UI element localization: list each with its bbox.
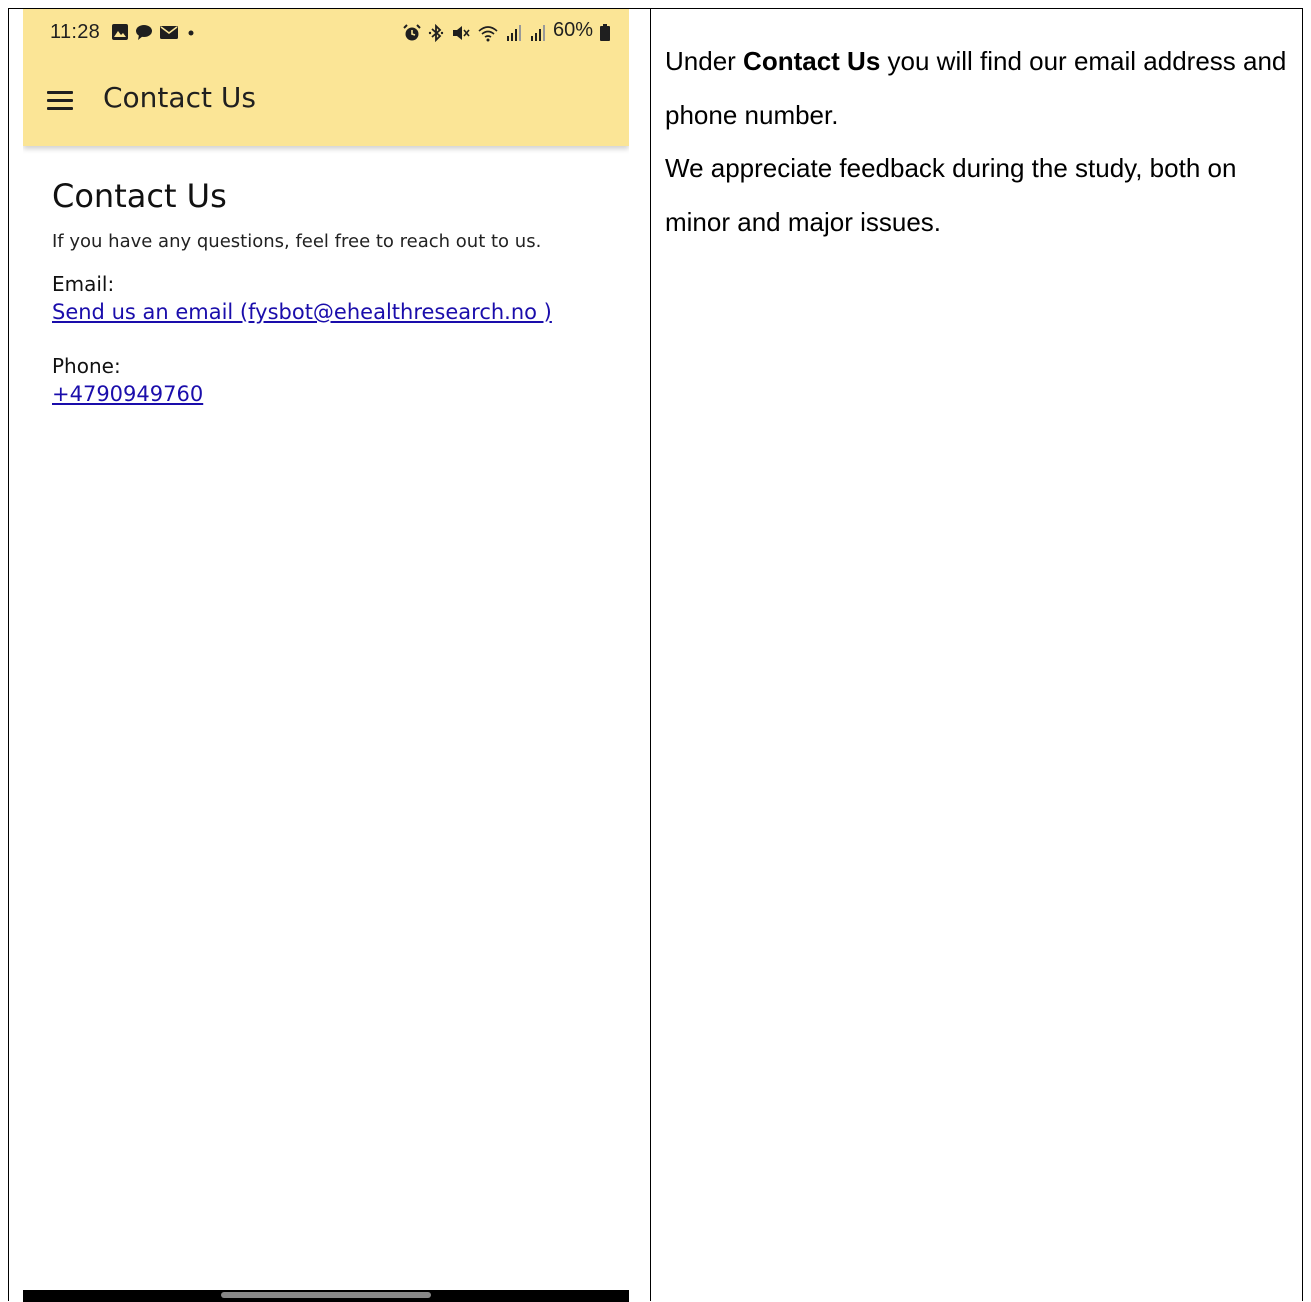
intro-text: If you have any questions, feel free to … bbox=[52, 231, 542, 252]
status-icons-left bbox=[111, 23, 197, 41]
status-time: 11:28 bbox=[50, 21, 101, 43]
mute-icon bbox=[452, 25, 470, 40]
hamburger-menu-icon[interactable] bbox=[45, 89, 75, 111]
column-divider bbox=[650, 9, 651, 1301]
app-bar: 11:28 60% Contact Us bbox=[23, 9, 629, 146]
description-paragraph-1: Under Contact Us you will find our email… bbox=[665, 46, 1287, 130]
appbar-title: Contact Us bbox=[103, 81, 256, 114]
status-icons-right: 60% bbox=[403, 19, 611, 42]
bold-contact-us: Contact Us bbox=[743, 46, 881, 76]
phone-label: Phone: bbox=[52, 354, 121, 378]
alarm-icon bbox=[403, 23, 421, 40]
battery-icon bbox=[600, 23, 610, 41]
phone-screenshot: 11:28 60% Contact Us Contact Us If you h… bbox=[23, 9, 629, 1302]
description-paragraph-2: We appreciate feedback during the study,… bbox=[665, 153, 1237, 237]
mail-icon bbox=[160, 26, 178, 39]
signal-icon bbox=[506, 24, 521, 41]
page-title: Contact Us bbox=[52, 177, 227, 215]
wifi-icon bbox=[478, 25, 498, 41]
description-column: Under Contact Us you will find our email… bbox=[665, 35, 1295, 249]
email-link[interactable]: Send us an email (fysbot@ehealthresearch… bbox=[52, 300, 552, 324]
phone-link[interactable]: +4790949760 bbox=[52, 382, 203, 406]
document-table: 11:28 60% Contact Us Contact Us If you h… bbox=[8, 8, 1303, 1302]
navigation-bar bbox=[23, 1290, 629, 1302]
gallery-icon bbox=[112, 24, 128, 40]
chat-icon bbox=[136, 25, 152, 40]
contact-content: Contact Us If you have any questions, fe… bbox=[52, 177, 612, 406]
bluetooth-icon bbox=[428, 23, 444, 42]
signal-icon bbox=[530, 24, 545, 41]
battery-level: 60% bbox=[552, 19, 593, 41]
email-label: Email: bbox=[52, 272, 115, 296]
dot-icon bbox=[188, 30, 194, 36]
home-gesture-handle[interactable] bbox=[221, 1292, 431, 1298]
